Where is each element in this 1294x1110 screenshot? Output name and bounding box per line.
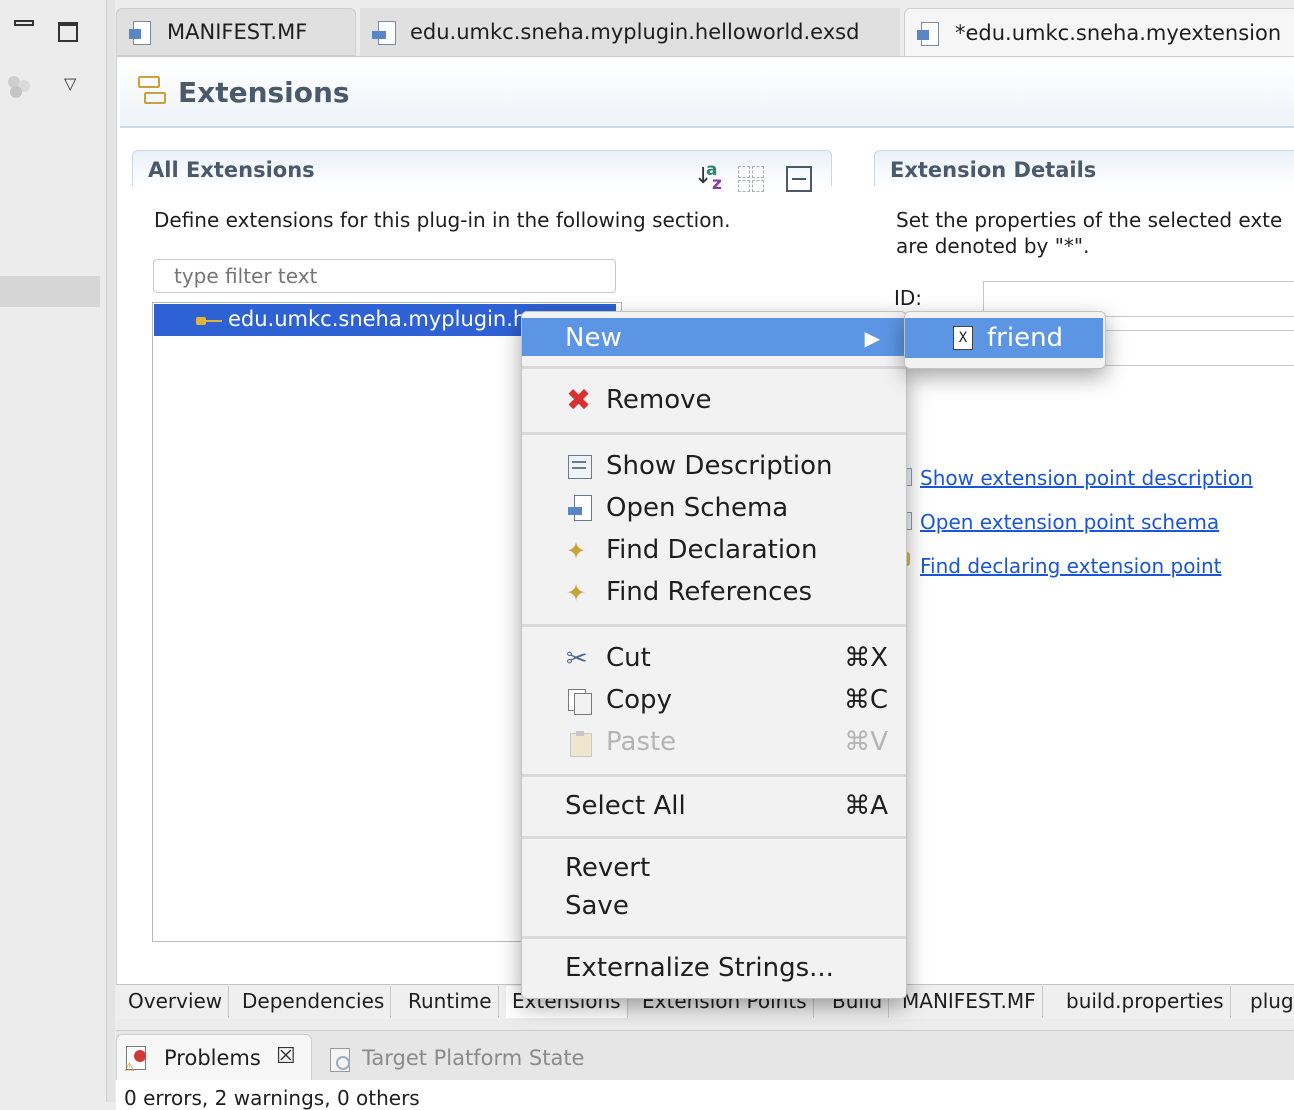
menu-item-cut[interactable]: ✂ Cut ⌘X [522,638,906,678]
all-extensions-description: Define extensions for this plug-in in th… [154,208,731,232]
all-extensions-title: All Extensions [148,158,315,182]
tab-target-platform[interactable]: Target Platform State [362,1046,584,1070]
tab-manifest-source[interactable]: MANIFEST.MF [896,986,1043,1018]
menu-item-show-description[interactable]: Show Description [522,446,906,486]
menu-item-externalize-strings[interactable]: Externalize Strings... [522,948,906,988]
menu-item-select-all[interactable]: Select All ⌘A [522,786,906,826]
problems-icon: ⚠ [124,1046,150,1074]
schema-file-icon [372,19,398,45]
left-strip-selected-row[interactable] [0,276,100,307]
tree-item-label: edu.umkc.sneha.myplugin.h [228,307,527,331]
plugin-file-icon [917,20,943,46]
tab-label: MANIFEST.MF [167,20,308,44]
minimize-icon[interactable] [14,20,34,26]
remove-icon: ✖ [566,383,592,418]
view-menu-chevron-icon[interactable]: ▽ [64,74,76,93]
tab-runtime[interactable]: Runtime [402,986,499,1018]
tab-dependencies[interactable]: Dependencies [236,986,392,1018]
tab-overview[interactable]: Overview [122,986,230,1018]
target-platform-icon [326,1046,352,1072]
menu-item-new[interactable]: New ▶ [522,318,906,356]
menu-separator [522,836,906,839]
copy-icon [566,687,594,715]
id-label: ID: [894,286,923,310]
menu-separator [522,624,906,627]
maximize-icon[interactable] [58,22,78,42]
submenu-item-friend[interactable]: X friend [905,318,1103,358]
problems-summary: 0 errors, 2 warnings, 0 others [124,1086,420,1110]
page-title: Extensions [178,76,350,109]
find-declaration-icon: ✦ [566,537,587,565]
tab-label: edu.umkc.sneha.myplugin.helloworld.exsd [410,20,860,44]
open-schema-link[interactable]: Open extension point schema [920,510,1219,534]
problems-label: Problems [164,1046,261,1070]
schema-icon [566,495,594,523]
left-view-strip [0,0,106,1102]
menu-item-save[interactable]: Save [522,886,906,926]
expand-all-icon[interactable] [738,164,768,192]
collapse-all-icon[interactable] [786,166,812,192]
details-description-line2: are denoted by "*". [896,234,1090,258]
menu-item-revert[interactable]: Revert [522,848,906,888]
close-icon[interactable]: ☒ [276,1044,296,1069]
tab-extension-editor[interactable]: *edu.umkc.sneha.myextension [904,8,1294,56]
submenu-arrow-icon: ▶ [864,326,880,350]
tab-label: *edu.umkc.sneha.myextension [955,20,1282,45]
tab-schema[interactable]: edu.umkc.sneha.myplugin.helloworld.exsd [360,8,900,56]
menu-separator [522,432,906,435]
tab-plugin-xml[interactable]: plug [1244,986,1294,1018]
menu-separator [522,774,906,777]
plugin-file-icon [129,19,155,45]
sash[interactable] [106,0,115,1102]
menu-item-find-declaration[interactable]: ✦ Find Declaration [522,530,906,570]
find-references-icon: ✦ [566,579,587,607]
description-icon [566,453,594,481]
perspective-icon[interactable] [8,72,34,98]
menu-item-paste: Paste ⌘V [522,722,906,762]
menu-item-find-references[interactable]: ✦ Find References [522,572,906,612]
element-x-icon: X [953,326,973,350]
show-description-link[interactable]: Show extension point description [920,466,1253,490]
menu-item-open-schema[interactable]: Open Schema [522,488,906,528]
paste-icon [566,729,594,757]
details-description-line1: Set the properties of the selected exte [896,208,1283,232]
tab-build-properties[interactable]: build.properties [1060,986,1231,1018]
tab-manifest[interactable]: MANIFEST.MF [116,8,356,56]
scissors-icon: ✂ [566,644,588,674]
sort-alpha-icon[interactable]: ↓ a z [694,160,726,194]
menu-separator [522,366,906,369]
menu-item-remove[interactable]: ✖ Remove [522,380,906,420]
menu-separator [522,936,906,939]
extension-icon [196,316,224,326]
filter-input[interactable] [153,259,616,293]
menu-item-copy[interactable]: Copy ⌘C [522,680,906,720]
extensions-icon [136,74,166,108]
find-declaring-link[interactable]: Find declaring extension point [920,554,1222,578]
extension-details-title: Extension Details [890,158,1097,182]
